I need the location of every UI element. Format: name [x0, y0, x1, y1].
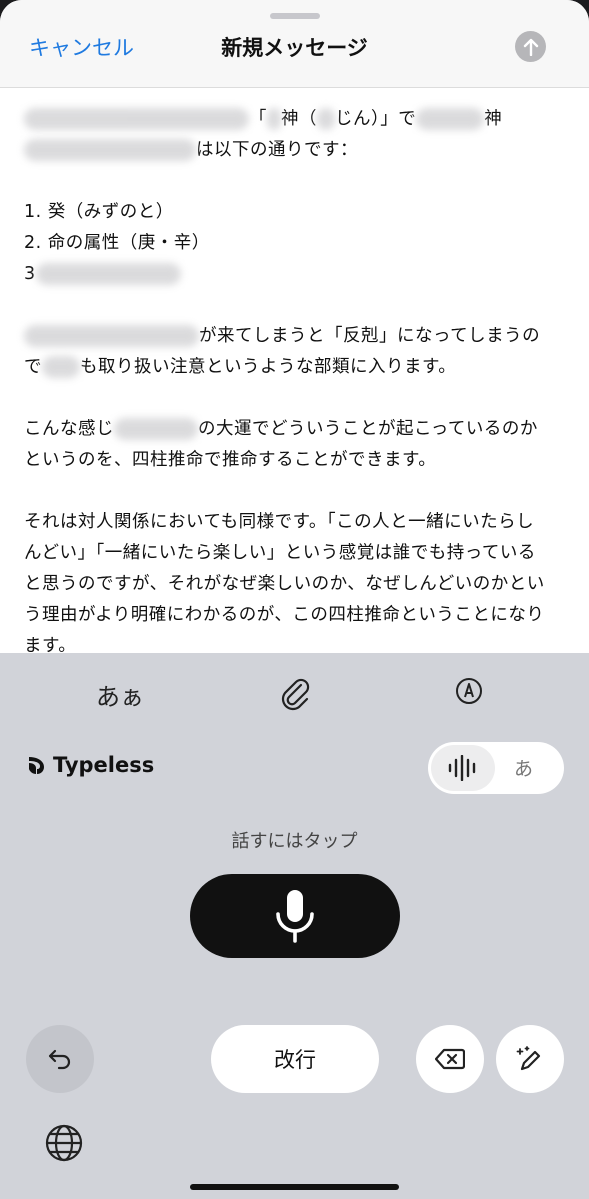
- text-fragment: 3: [24, 264, 36, 284]
- undo-button[interactable]: [26, 1025, 94, 1093]
- text-fragment: で: [24, 357, 42, 377]
- markup-pen-icon: [456, 678, 482, 704]
- nav-bar: キャンセル 新規メッセージ: [0, 0, 589, 88]
- undo-icon: [48, 1049, 71, 1070]
- paperclip-icon: [281, 678, 310, 711]
- paragraph-1: 「神（ じん）」で 神 は以下の通りです：: [24, 104, 569, 166]
- text-line: というのを、四柱推命で推命することができます。: [24, 450, 437, 470]
- redacted-text: [267, 108, 281, 130]
- list-item: 1. 癸（みずのと）: [24, 202, 174, 222]
- text-line: それは対人関係においても同様です。「この人と一緒にいたらし: [24, 512, 535, 532]
- tap-hint: 話すにはタップ: [231, 831, 358, 852]
- text-fragment: 神: [484, 109, 503, 129]
- redacted-text: [24, 139, 196, 161]
- send-button[interactable]: [515, 31, 546, 62]
- sheet-grabber[interactable]: [270, 13, 320, 19]
- attach-button[interactable]: [278, 675, 312, 715]
- delete-button[interactable]: [416, 1025, 484, 1093]
- list-item: 2. 命の属性（庚・辛）: [24, 233, 210, 253]
- redacted-text: [24, 108, 249, 130]
- globe-icon: [45, 1124, 83, 1162]
- redacted-text: [416, 108, 485, 130]
- redacted-text: [35, 263, 181, 285]
- message-body[interactable]: 「神（ じん）」で 神 は以下の通りです： 1. 癸（みずのと） 2. 命の属性（庚…: [24, 104, 569, 653]
- text-line: んどい」「一緒にいたら楽しい」という感覚は誰でも持っている: [24, 543, 536, 563]
- text-format-button[interactable]: あぁ: [96, 677, 144, 712]
- text-fragment: が来てしまうと「反剋」になってしまうの: [199, 326, 541, 346]
- redacted-text: [317, 108, 335, 130]
- globe-button[interactable]: [44, 1123, 84, 1167]
- markup-button[interactable]: [455, 677, 483, 709]
- return-button[interactable]: 改行: [211, 1025, 379, 1093]
- microphone-icon: [276, 890, 314, 943]
- typeless-keyboard: あぁ Typeless あ 話すにはタップ 改行: [0, 653, 589, 1199]
- paragraph-2: が来てしまうと「反剋」になってしまうの で も取り扱い注意というような部類に入りま…: [24, 321, 569, 383]
- page-title: 新規メッセージ: [221, 36, 368, 60]
- compose-sheet: キャンセル 新規メッセージ 「神（ じん）」で 神 は以下の通りです： 1. 癸（み…: [0, 0, 589, 653]
- text-fragment: も取り扱い注意というような部類に入ります。: [80, 357, 457, 377]
- text-fragment: の大運でどういうことが起こっているのか: [198, 419, 538, 439]
- typeless-logo-icon: [29, 757, 44, 774]
- text-line: と思うのですが、それがなぜ楽しいのか、なぜしんどいのかとい: [24, 574, 545, 594]
- text-fragment: 「: [249, 109, 267, 129]
- text-fragment: 神（: [281, 109, 317, 129]
- typeless-brand: Typeless: [27, 753, 154, 777]
- text-line: ます。: [24, 636, 77, 653]
- text-fragment: こんな感じ: [24, 419, 114, 439]
- paragraph-3: こんな感じ の大運でどういうことが起こっているのか というのを、四柱推命で推命する…: [24, 414, 569, 476]
- magic-pen-icon: [516, 1046, 541, 1071]
- redacted-text: [42, 356, 80, 378]
- list-item: 3: [24, 259, 569, 290]
- input-mode-toggle[interactable]: あ: [428, 742, 564, 794]
- redacted-text: [24, 325, 199, 347]
- home-indicator: [190, 1184, 399, 1190]
- brand-name: Typeless: [53, 753, 155, 777]
- numbered-list: 1. 癸（みずのと） 2. 命の属性（庚・辛） 3: [24, 197, 569, 290]
- arrow-up-icon: [523, 38, 538, 56]
- text-fragment: は以下の通りです：: [196, 140, 358, 160]
- text-line: う理由がより明確にわかるのが、この四柱推命ということになり: [24, 605, 545, 625]
- redacted-text: [114, 418, 198, 440]
- magic-edit-button[interactable]: [496, 1025, 564, 1093]
- keyboard-mode-button[interactable]: あ: [514, 754, 533, 781]
- delete-icon: [435, 1048, 465, 1070]
- paragraph-4: それは対人関係においても同様です。「この人と一緒にいたらし んどい」「一緒にいた…: [24, 507, 569, 653]
- waveform-icon: [448, 755, 476, 781]
- text-fragment: じん）」で: [335, 109, 417, 129]
- keyboard-toolbar: あぁ: [0, 675, 589, 715]
- record-button[interactable]: [190, 874, 400, 958]
- voice-mode-button[interactable]: [431, 745, 495, 791]
